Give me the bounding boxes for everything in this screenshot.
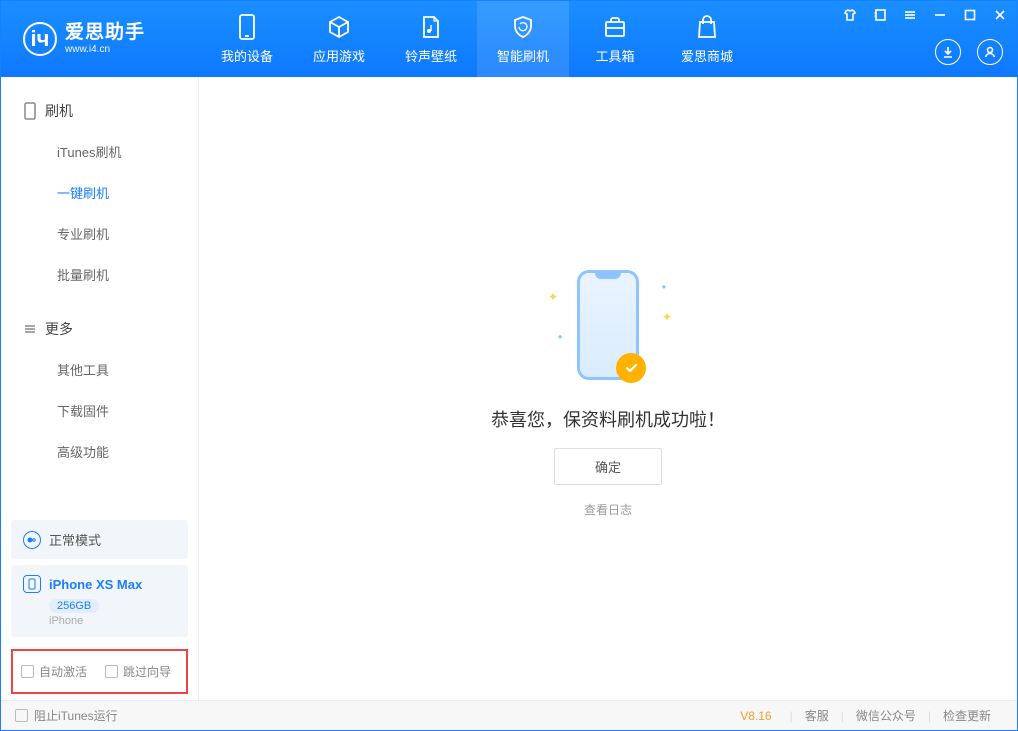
minimize-button[interactable]: [929, 5, 951, 25]
tab-ringtone-wallpaper[interactable]: 铃声壁纸: [385, 1, 477, 77]
tab-label: 应用游戏: [313, 46, 365, 65]
menu-icon[interactable]: [899, 5, 921, 25]
sidebar-section-more: 更多 其他工具 下载固件 高级功能: [1, 295, 198, 472]
checkbox-label: 自动激活: [39, 663, 87, 680]
device-card-row: iPhone XS Max: [23, 575, 176, 593]
sidebar-spacer: [1, 472, 198, 514]
flash-options-box: 自动激活 跳过向导: [11, 649, 188, 694]
user-button[interactable]: [977, 39, 1003, 65]
maximize-button[interactable]: [959, 5, 981, 25]
header-actions: [935, 39, 1003, 65]
sidebar-header-label: 更多: [45, 319, 73, 339]
success-check-badge-icon: [616, 353, 646, 383]
checkbox-box-icon: [15, 709, 28, 722]
close-button[interactable]: [989, 5, 1011, 25]
sidebar-item-advanced[interactable]: 高级功能: [1, 431, 198, 472]
sidebar-item-itunes-flash[interactable]: iTunes刷机: [1, 131, 198, 172]
device-phone-icon: [23, 575, 41, 593]
device-card[interactable]: iPhone XS Max 256GB iPhone: [11, 565, 188, 637]
status-bar: 阻止iTunes运行 V8.16 | 客服 | 微信公众号 | 检查更新: [1, 700, 1017, 730]
tab-label: 智能刷机: [497, 46, 549, 65]
tab-smart-flash[interactable]: 智能刷机: [477, 1, 569, 77]
version-label: V8.16: [740, 709, 771, 723]
tab-label: 爱思商城: [681, 46, 733, 65]
sparkle-icon: ✦: [662, 310, 672, 324]
app-subtitle: www.i4.cn: [65, 44, 145, 55]
sparkle-icon: •: [558, 330, 562, 344]
device-mode-label: 正常模式: [49, 530, 101, 549]
device-name: iPhone XS Max: [49, 577, 142, 592]
checkbox-auto-activate[interactable]: 自动激活: [21, 663, 87, 680]
sidebar-item-pro-flash[interactable]: 专业刷机: [1, 213, 198, 254]
phone-illustration-icon: [577, 270, 639, 380]
footer-links: | 客服 | 微信公众号 | 检查更新: [790, 707, 1003, 724]
music-file-icon: [418, 14, 444, 40]
success-message: 恭喜您，保资料刷机成功啦！: [491, 406, 725, 432]
checkbox-skip-guide[interactable]: 跳过向导: [105, 663, 171, 680]
tab-label: 工具箱: [595, 46, 634, 65]
device-capacity-badge: 256GB: [49, 599, 99, 613]
device-mode-status[interactable]: 正常模式: [11, 520, 188, 559]
tab-apps-games[interactable]: 应用游戏: [293, 1, 385, 77]
app-logo-icon: iч: [23, 22, 57, 56]
checkbox-box-icon: [105, 665, 118, 678]
sparkle-icon: •: [662, 280, 666, 294]
phone-notch: [595, 273, 621, 279]
tab-my-device[interactable]: 我的设备: [201, 1, 293, 77]
tab-store[interactable]: 爱思商城: [661, 1, 753, 77]
sidebar-item-download-firmware[interactable]: 下载固件: [1, 390, 198, 431]
app-title: 爱思助手: [65, 23, 145, 44]
footer-link-wechat[interactable]: 微信公众号: [844, 707, 928, 724]
footer-link-update[interactable]: 检查更新: [931, 707, 1003, 724]
ok-button[interactable]: 确定: [554, 448, 662, 485]
phone-outline-icon: [23, 102, 37, 120]
briefcase-icon: [602, 14, 628, 40]
download-button[interactable]: [935, 39, 961, 65]
sidebar-header-label: 刷机: [45, 101, 73, 121]
sidebar-item-other-tools[interactable]: 其他工具: [1, 349, 198, 390]
checkbox-box-icon: [21, 665, 34, 678]
cube-icon: [326, 14, 352, 40]
shopping-bag-icon: [694, 14, 720, 40]
device-type: iPhone: [49, 615, 176, 627]
success-illustration: ✦ • • ✦: [528, 260, 688, 390]
window-controls: [839, 5, 1011, 25]
main-content: ✦ • • ✦ 恭喜您，保资料刷机成功啦！ 确定 查看日志: [199, 77, 1017, 700]
phone-icon: [234, 14, 260, 40]
sidebar-section-flash: 刷机 iTunes刷机 一键刷机 专业刷机 批量刷机: [1, 77, 198, 295]
checkbox-label: 阻止iTunes运行: [34, 707, 118, 724]
tab-label: 我的设备: [221, 46, 273, 65]
checkbox-stop-itunes[interactable]: 阻止iTunes运行: [15, 707, 118, 724]
footer-link-service[interactable]: 客服: [793, 707, 841, 724]
sparkle-icon: ✦: [548, 290, 558, 304]
checkbox-label: 跳过向导: [123, 663, 171, 680]
view-log-link[interactable]: 查看日志: [584, 501, 632, 518]
shield-refresh-icon: [510, 14, 536, 40]
list-icon: [23, 322, 37, 336]
logo-area: iч 爱思助手 www.i4.cn: [1, 22, 201, 56]
sidebar-item-oneclick-flash[interactable]: 一键刷机: [1, 172, 198, 213]
app-body: 刷机 iTunes刷机 一键刷机 专业刷机 批量刷机 更多 其他工具 下载固件 …: [1, 77, 1017, 700]
shirt-icon[interactable]: [839, 5, 861, 25]
tab-label: 铃声壁纸: [405, 46, 457, 65]
logo-text: 爱思助手 www.i4.cn: [65, 23, 145, 55]
notebook-icon[interactable]: [869, 5, 891, 25]
main-tabs: 我的设备 应用游戏 铃声壁纸 智能刷机 工具箱 爱思商城: [201, 1, 753, 77]
tab-toolbox[interactable]: 工具箱: [569, 1, 661, 77]
sidebar-header-more: 更多: [1, 309, 198, 349]
sidebar: 刷机 iTunes刷机 一键刷机 专业刷机 批量刷机 更多 其他工具 下载固件 …: [1, 77, 199, 700]
status-dot-icon: [23, 531, 41, 549]
app-header: iч 爱思助手 www.i4.cn 我的设备 应用游戏 铃声壁纸 智能刷机 工具…: [1, 1, 1017, 77]
sidebar-header-flash: 刷机: [1, 91, 198, 131]
sidebar-item-batch-flash[interactable]: 批量刷机: [1, 254, 198, 295]
